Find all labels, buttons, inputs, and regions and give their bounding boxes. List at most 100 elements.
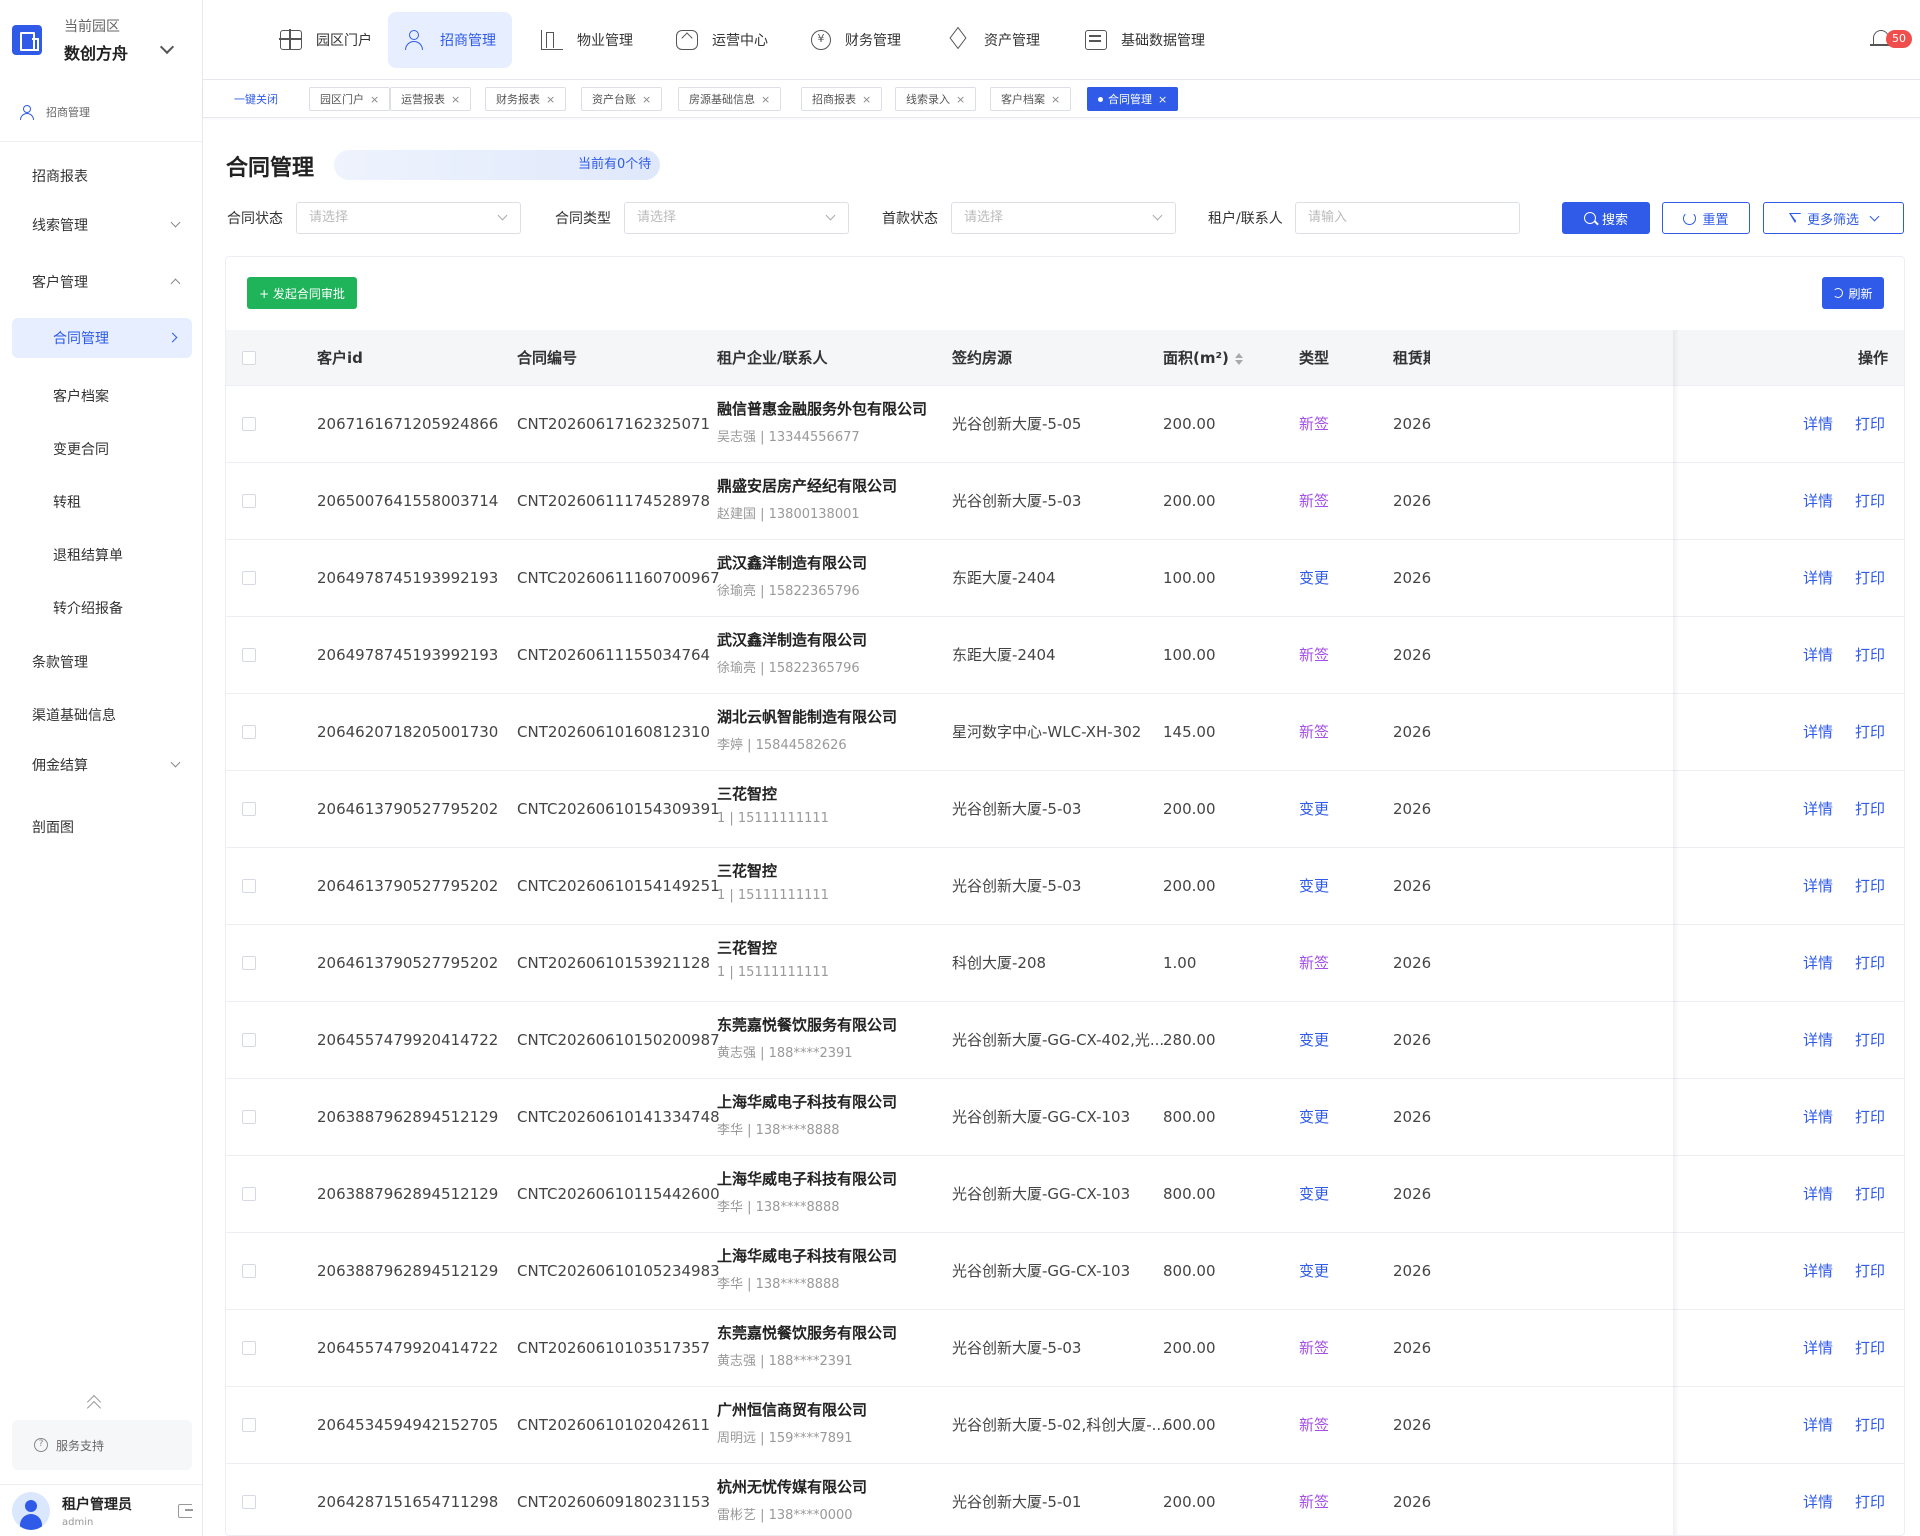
detail-link[interactable]: 详情 (1803, 463, 1833, 540)
detail-link[interactable]: 详情 (1803, 1464, 1833, 1535)
row-checkbox[interactable] (242, 1341, 256, 1355)
sidebar-item-12[interactable]: 剖面图 (0, 807, 203, 847)
sidebar-item-9[interactable]: 条款管理 (0, 642, 203, 682)
row-checkbox[interactable] (242, 725, 256, 739)
detail-link[interactable]: 详情 (1803, 925, 1833, 1002)
close-icon[interactable]: × (546, 93, 555, 106)
nav-item-2[interactable]: 物业管理 (525, 12, 649, 68)
print-link[interactable]: 打印 (1855, 1464, 1885, 1535)
close-icon[interactable]: × (1051, 93, 1060, 106)
sidebar-item-5[interactable]: 变更合同 (0, 429, 203, 469)
contract-type-select[interactable]: 请选择 (624, 202, 849, 234)
nav-item-1[interactable]: 招商管理 (388, 12, 512, 68)
print-link[interactable]: 打印 (1855, 694, 1885, 771)
sort-icon[interactable] (1234, 352, 1243, 365)
detail-link[interactable]: 详情 (1803, 1233, 1833, 1310)
close-icon[interactable]: × (956, 93, 965, 106)
close-icon[interactable]: × (451, 93, 460, 106)
print-link[interactable]: 打印 (1855, 848, 1885, 925)
sidebar-item-0[interactable]: 招商报表 (0, 156, 203, 196)
nav-item-3[interactable]: 运营中心 (660, 12, 784, 68)
row-checkbox[interactable] (242, 1187, 256, 1201)
notice-banner[interactable]: 当前有0个待 (334, 150, 660, 180)
park-switcher[interactable]: 当前园区 数创方舟 (0, 0, 203, 80)
tab-4[interactable]: 房源基础信息 × (678, 87, 782, 111)
refresh-button[interactable]: 刷新 (1822, 277, 1884, 309)
detail-link[interactable]: 详情 (1803, 386, 1833, 463)
sidebar-item-2[interactable]: 客户管理 (0, 262, 203, 302)
detail-link[interactable]: 详情 (1803, 1079, 1833, 1156)
sidebar-item-6[interactable]: 转租 (0, 482, 203, 522)
service-support-button[interactable]: ? 服务支持 (12, 1420, 192, 1470)
print-link[interactable]: 打印 (1855, 1002, 1885, 1079)
row-checkbox[interactable] (242, 571, 256, 585)
detail-link[interactable]: 详情 (1803, 617, 1833, 694)
row-checkbox[interactable] (242, 879, 256, 893)
detail-link[interactable]: 详情 (1803, 1156, 1833, 1233)
nav-item-0[interactable]: 园区门户 (264, 12, 388, 68)
close-icon[interactable]: × (862, 93, 871, 106)
close-icon[interactable]: × (642, 93, 651, 106)
print-link[interactable]: 打印 (1855, 1233, 1885, 1310)
close-icon[interactable]: × (761, 93, 770, 106)
nav-item-4[interactable]: ¥ 财务管理 (795, 12, 917, 68)
sidebar-item-3[interactable]: 合同管理 (12, 318, 192, 358)
print-link[interactable]: 打印 (1855, 771, 1885, 848)
row-checkbox[interactable] (242, 802, 256, 816)
payment-status-select[interactable]: 请选择 (951, 202, 1176, 234)
print-link[interactable]: 打印 (1855, 540, 1885, 617)
tab-0[interactable]: 园区门户 × (309, 87, 391, 111)
row-checkbox[interactable] (242, 1495, 256, 1509)
print-link[interactable]: 打印 (1855, 617, 1885, 694)
sidebar-item-4[interactable]: 客户档案 (0, 376, 203, 416)
chevron-down-icon[interactable] (159, 39, 175, 55)
row-checkbox[interactable] (242, 1418, 256, 1432)
row-checkbox[interactable] (242, 494, 256, 508)
collapse-up-icon[interactable] (84, 1394, 104, 1410)
sidebar-item-11[interactable]: 佣金结算 (0, 745, 203, 785)
avatar[interactable] (12, 1491, 50, 1530)
tab-5[interactable]: 招商报表 × (801, 87, 883, 111)
column-header-4[interactable]: 面积(m²) (1163, 330, 1243, 386)
sidebar-item-7[interactable]: 退租结算单 (0, 535, 203, 575)
sidebar-item-10[interactable]: 渠道基础信息 (0, 695, 203, 735)
row-checkbox[interactable] (242, 1033, 256, 1047)
search-button[interactable]: 搜索 (1562, 202, 1650, 234)
logout-icon[interactable] (178, 1504, 193, 1518)
detail-link[interactable]: 详情 (1803, 848, 1833, 925)
more-filters-button[interactable]: 更多筛选 (1763, 202, 1904, 234)
print-link[interactable]: 打印 (1855, 925, 1885, 1002)
tab-8[interactable]: 合同管理 × (1087, 87, 1179, 111)
detail-link[interactable]: 详情 (1803, 1310, 1833, 1387)
nav-item-6[interactable]: 基础数据管理 (1069, 12, 1221, 68)
tab-7[interactable]: 客户档案 × (990, 87, 1072, 111)
close-icon[interactable]: × (370, 93, 379, 106)
row-checkbox[interactable] (242, 1264, 256, 1278)
print-link[interactable]: 打印 (1855, 1387, 1885, 1464)
print-link[interactable]: 打印 (1855, 463, 1885, 540)
close-icon[interactable]: × (1158, 93, 1167, 106)
print-link[interactable]: 打印 (1855, 1156, 1885, 1233)
row-checkbox[interactable] (242, 417, 256, 431)
tenant-contact-input[interactable]: 请输入 (1295, 202, 1520, 234)
print-link[interactable]: 打印 (1855, 386, 1885, 463)
tab-6[interactable]: 线索录入 × (895, 87, 977, 111)
sidebar-item-1[interactable]: 线索管理 (0, 205, 203, 245)
tab-1[interactable]: 运营报表 × (390, 87, 472, 111)
select-all-checkbox[interactable] (242, 351, 256, 365)
row-checkbox[interactable] (242, 956, 256, 970)
reset-button[interactable]: 重置 (1662, 202, 1750, 234)
sidebar-item-8[interactable]: 转介绍报备 (0, 588, 203, 628)
contract-status-select[interactable]: 请选择 (296, 202, 521, 234)
detail-link[interactable]: 详情 (1803, 1002, 1833, 1079)
detail-link[interactable]: 详情 (1803, 694, 1833, 771)
row-checkbox[interactable] (242, 648, 256, 662)
close-all-tabs-button[interactable]: 一键关闭 (223, 87, 289, 111)
tab-2[interactable]: 财务报表 × (485, 87, 567, 111)
detail-link[interactable]: 详情 (1803, 1387, 1833, 1464)
tab-3[interactable]: 资产台账 × (581, 87, 663, 111)
print-link[interactable]: 打印 (1855, 1079, 1885, 1156)
nav-item-5[interactable]: 资产管理 (932, 12, 1056, 68)
detail-link[interactable]: 详情 (1803, 771, 1833, 848)
row-checkbox[interactable] (242, 1110, 256, 1124)
